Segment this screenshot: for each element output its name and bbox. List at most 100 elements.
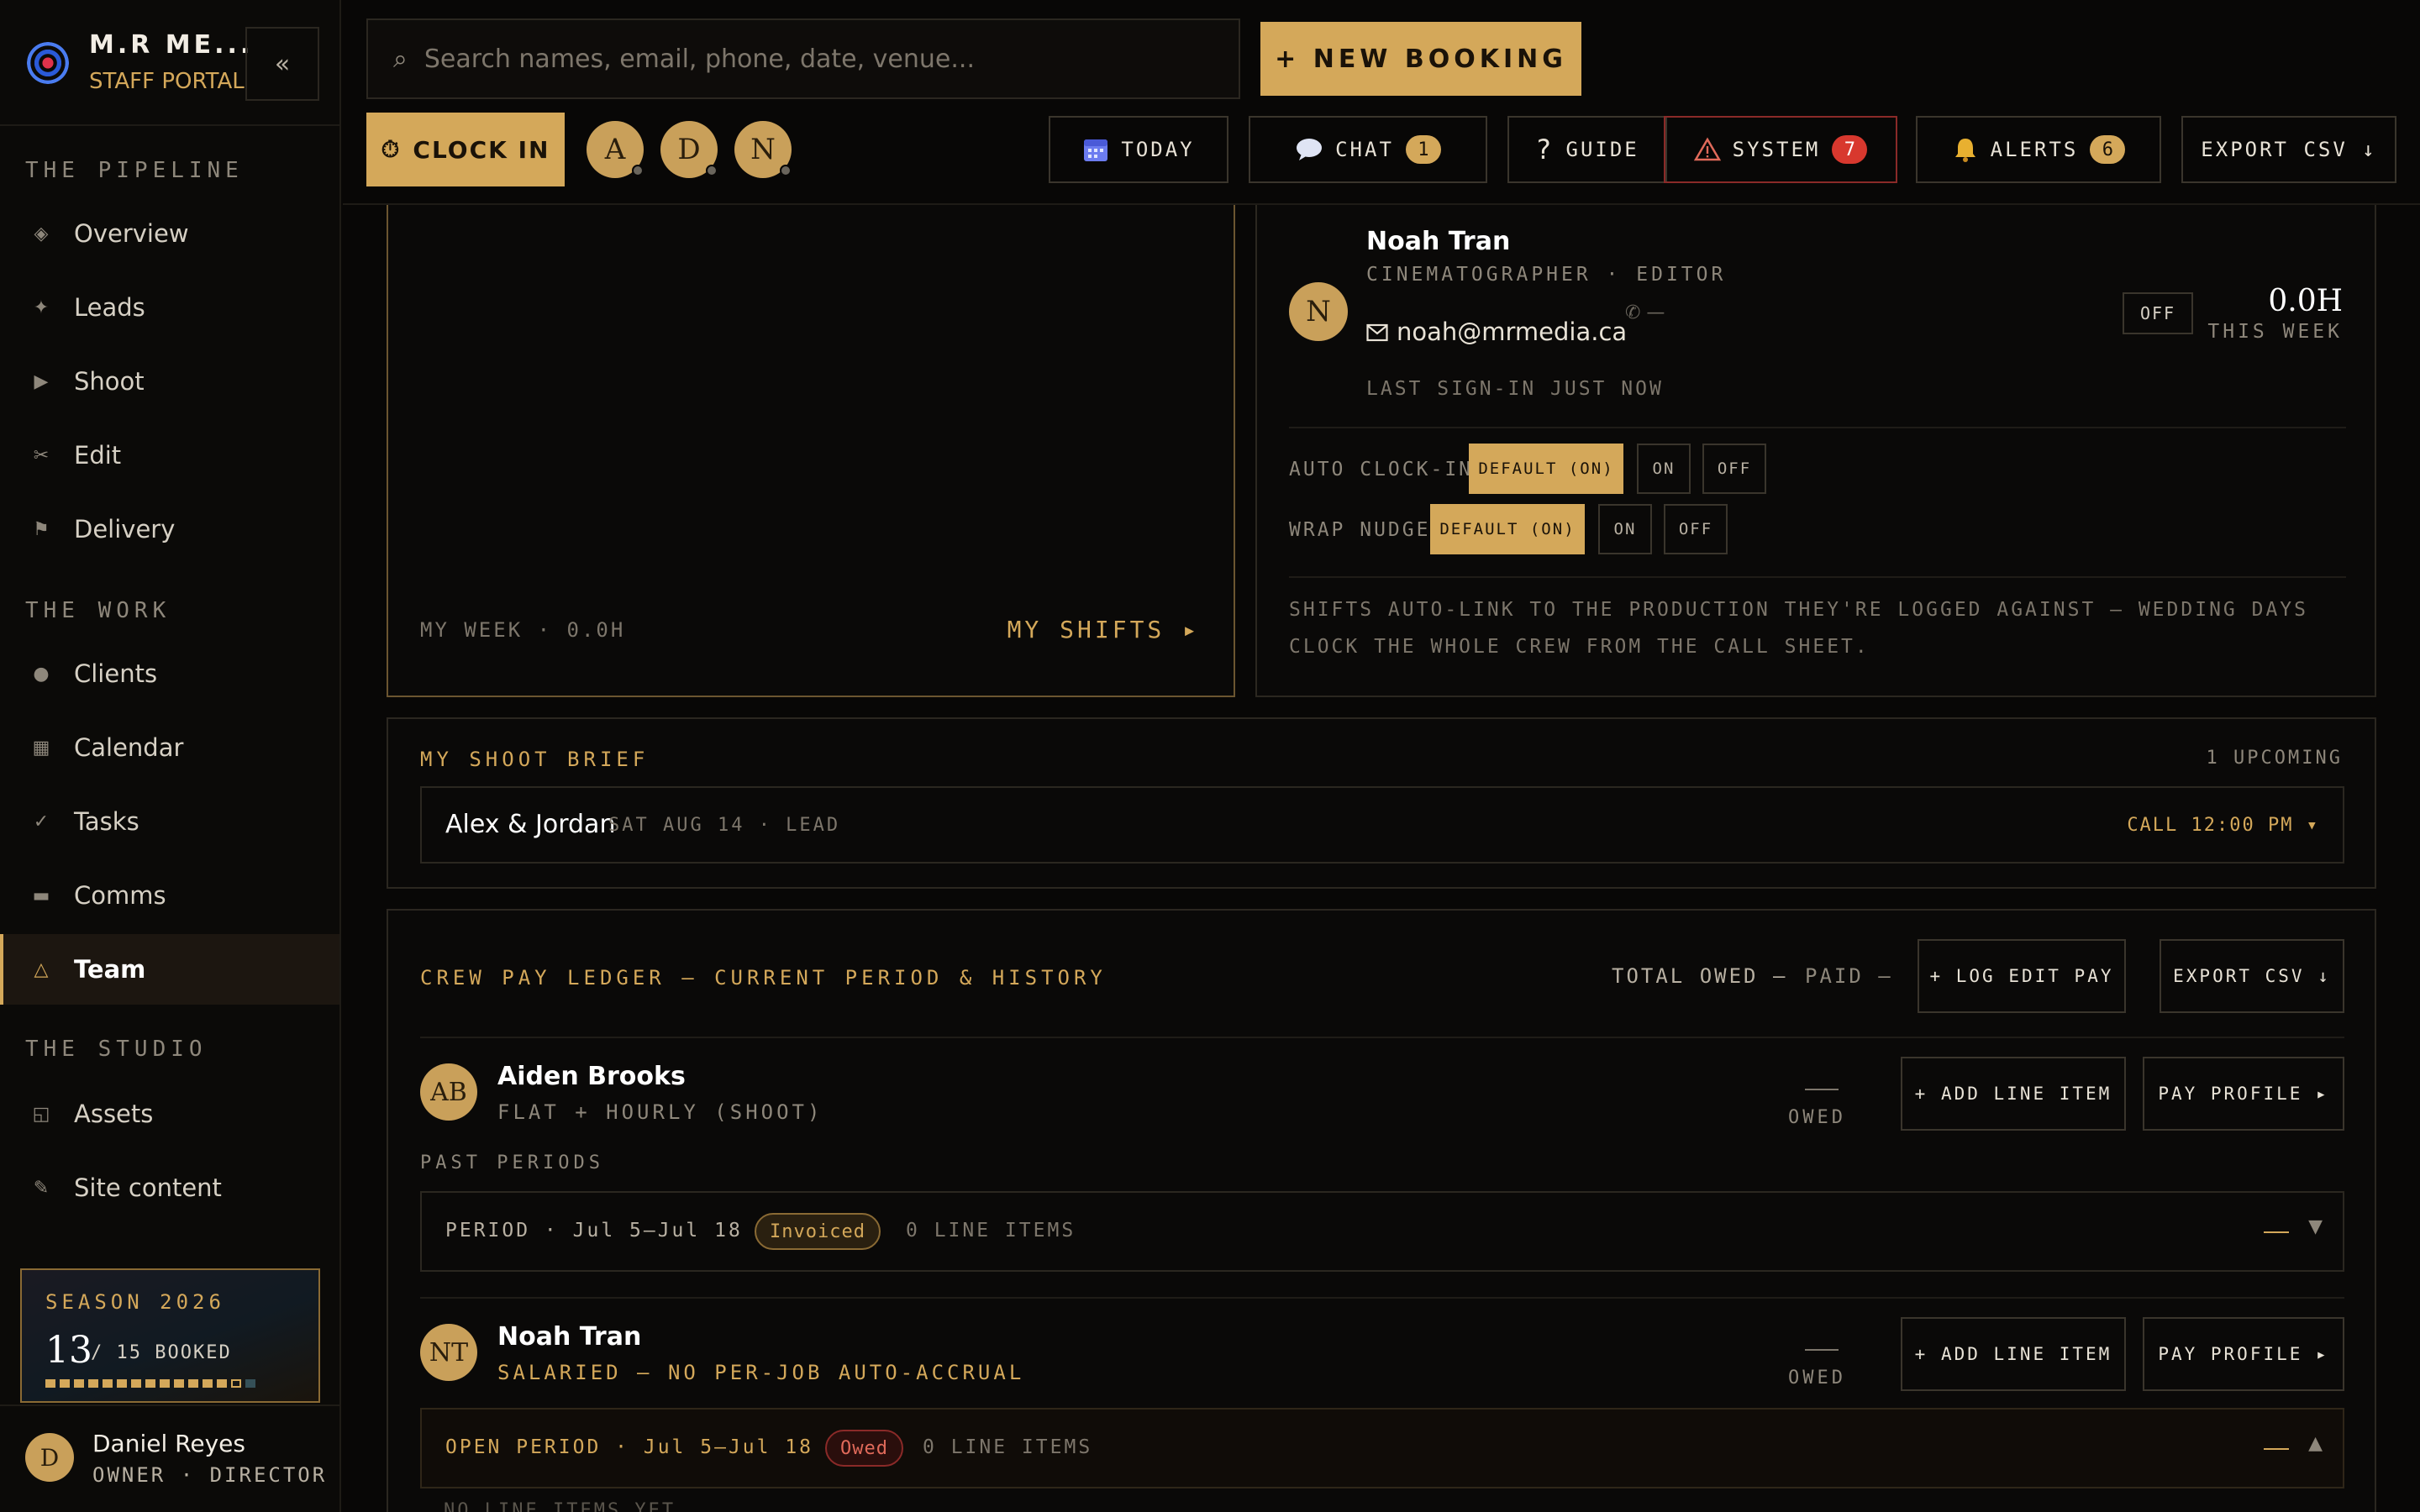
auto-clock-default-option[interactable]: DEFAULT (ON) bbox=[1469, 444, 1623, 494]
ledger-export-csv-button[interactable]: EXPORT CSV ↓ bbox=[2160, 939, 2344, 1013]
warning-icon bbox=[1693, 137, 1721, 161]
sidebar-item-leads[interactable]: ✦ Leads bbox=[0, 272, 339, 343]
pay-profile-button[interactable]: PAY PROFILE ▸ bbox=[2143, 1057, 2344, 1131]
season-card[interactable]: SEASON 2026 13 / 15 BOOKED bbox=[20, 1268, 320, 1403]
season-progress-segment bbox=[45, 1379, 55, 1388]
add-line-item-button[interactable]: + ADD LINE ITEM bbox=[1901, 1057, 2126, 1131]
season-progress-segment bbox=[103, 1379, 113, 1388]
clock-in-button[interactable]: ⏱ CLOCK IN bbox=[366, 113, 565, 186]
export-csv-button[interactable]: EXPORT CSV ↓ bbox=[2181, 116, 2396, 183]
auto-clock-label: AUTO CLOCK-IN bbox=[1289, 459, 1474, 480]
calendar-icon bbox=[1084, 139, 1108, 161]
call-time-toggle[interactable]: CALL 12:00 PM ▾ bbox=[2127, 815, 2319, 836]
sidebar-item-label: Delivery bbox=[74, 515, 176, 543]
search-box[interactable]: ⌕ bbox=[366, 18, 1240, 99]
season-progress-bar bbox=[45, 1379, 255, 1388]
my-week-panel: MY WEEK · 0.0H MY SHIFTS ▸ bbox=[387, 168, 1235, 697]
sidebar-divider bbox=[0, 124, 341, 126]
wrap-nudge-off-option[interactable]: OFF bbox=[1664, 504, 1728, 554]
total-paid: PAID — bbox=[1805, 964, 1893, 988]
period-row[interactable]: PERIOD · Jul 5–Jul 18 Invoiced 0 LINE IT… bbox=[420, 1191, 2344, 1272]
sidebar-item-comms[interactable]: ▬ Comms bbox=[0, 860, 339, 931]
season-progress-segment bbox=[117, 1379, 127, 1388]
log-edit-pay-button[interactable]: + LOG EDIT PAY bbox=[1918, 939, 2126, 1013]
divider bbox=[420, 1297, 2344, 1299]
weekly-hours: 0.0H bbox=[2268, 284, 2343, 318]
shoot-brief-panel: MY SHOOT BRIEF 1 UPCOMING Alex & Jordan … bbox=[387, 717, 2376, 889]
top-bar: ⌕ + NEW BOOKING ⏱ CLOCK IN A D N TODAY C… bbox=[343, 0, 2420, 205]
chat-button[interactable]: CHAT 1 bbox=[1249, 116, 1487, 183]
alerts-button[interactable]: ALERTS 6 bbox=[1916, 116, 2161, 183]
sidebar-item-label: Edit bbox=[74, 441, 122, 470]
scissors-icon: ✂ bbox=[33, 444, 50, 466]
my-shifts-link[interactable]: MY SHIFTS ▸ bbox=[1007, 616, 1200, 643]
sidebar-item-site-content[interactable]: ✎ Site content bbox=[0, 1152, 339, 1223]
season-progress-segment bbox=[160, 1379, 170, 1388]
search-input[interactable] bbox=[424, 44, 1181, 74]
owed-label: OWED bbox=[1788, 1107, 1846, 1128]
avatar: N bbox=[1289, 282, 1348, 341]
wrap-nudge-default-option[interactable]: DEFAULT (ON) bbox=[1430, 504, 1585, 554]
season-progress-segment bbox=[88, 1379, 98, 1388]
chevron-up-icon[interactable]: ▲ bbox=[2308, 1433, 2323, 1454]
divider bbox=[1289, 576, 2346, 578]
sidebar-item-label: Comms bbox=[74, 881, 166, 910]
presence-dot bbox=[632, 165, 644, 176]
assets-icon: ◱ bbox=[32, 1103, 50, 1125]
sidebar-item-edit[interactable]: ✂ Edit bbox=[0, 420, 339, 491]
guide-button[interactable]: ? GUIDE bbox=[1507, 116, 1667, 183]
presence-dot bbox=[706, 165, 718, 176]
avatar: NT bbox=[420, 1324, 477, 1381]
brief-meta: SAT AUG 14 · LEAD bbox=[608, 815, 841, 836]
flag-icon: ⚑ bbox=[33, 518, 50, 540]
auto-clock-on-option[interactable]: ON bbox=[1637, 444, 1691, 494]
sidebar-item-tasks[interactable]: ✓ Tasks bbox=[0, 786, 339, 857]
avatar[interactable]: D bbox=[25, 1433, 74, 1482]
season-progress-segment bbox=[188, 1379, 198, 1388]
sidebar-item-assets[interactable]: ◱ Assets bbox=[0, 1079, 339, 1149]
play-icon: ▶ bbox=[34, 370, 49, 392]
brief-title: MY SHOOT BRIEF bbox=[420, 748, 650, 771]
leads-icon: ✦ bbox=[33, 297, 50, 318]
system-button[interactable]: SYSTEM 7 bbox=[1664, 116, 1897, 183]
wrap-nudge-label: WRAP NUDGE bbox=[1289, 519, 1431, 541]
avatar: AB bbox=[420, 1063, 477, 1121]
period-amount bbox=[2264, 1448, 2289, 1450]
section-title-pipeline: THE PIPELINE bbox=[25, 158, 244, 183]
auto-clock-off-option[interactable]: OFF bbox=[1702, 444, 1766, 494]
member-pay-type: SALARIED — NO PER-JOB AUTO-ACCRUAL bbox=[497, 1361, 1025, 1384]
crew-avatar-d[interactable]: D bbox=[660, 121, 718, 178]
sidebar-item-clients[interactable]: ● Clients bbox=[0, 638, 339, 709]
brief-row[interactable]: Alex & Jordan SAT AUG 14 · LEAD CALL 12:… bbox=[420, 786, 2344, 864]
season-booked-count: 13 bbox=[45, 1329, 92, 1372]
profile-email[interactable]: noah@mrmedia.ca bbox=[1366, 318, 1627, 346]
season-progress-segment bbox=[231, 1379, 241, 1388]
total-owed: TOTAL OWED — bbox=[1612, 964, 1788, 988]
alerts-count-badge: 6 bbox=[2090, 135, 2126, 164]
presence-dot bbox=[780, 165, 792, 176]
stopwatch-icon: ⏱ bbox=[381, 135, 402, 163]
sidebar-item-shoot[interactable]: ▶ Shoot bbox=[0, 346, 339, 417]
divider bbox=[420, 1037, 2344, 1038]
sidebar-item-label: Leads bbox=[74, 293, 145, 322]
crew-avatar-a[interactable]: A bbox=[587, 121, 644, 178]
season-progress-segment bbox=[174, 1379, 184, 1388]
open-period-row[interactable]: OPEN PERIOD · Jul 5–Jul 18 Owed 0 LINE I… bbox=[420, 1408, 2344, 1488]
sidebar-item-calendar[interactable]: ▦ Calendar bbox=[0, 712, 339, 783]
crew-avatar-n[interactable]: N bbox=[734, 121, 792, 178]
add-line-item-button[interactable]: + ADD LINE ITEM bbox=[1901, 1317, 2126, 1391]
sidebar-item-label: Team bbox=[74, 955, 146, 984]
sidebar-item-label: Assets bbox=[74, 1100, 154, 1128]
today-button[interactable]: TODAY bbox=[1049, 116, 1228, 183]
triangle-icon: △ bbox=[34, 958, 49, 980]
wrap-nudge-on-option[interactable]: ON bbox=[1598, 504, 1652, 554]
chevron-down-icon[interactable]: ▼ bbox=[2308, 1216, 2323, 1237]
sidebar-item-overview[interactable]: ◈ Overview bbox=[0, 198, 339, 269]
weekly-hours-label: THIS WEEK bbox=[2207, 321, 2343, 343]
sidebar-item-team[interactable]: △ Team bbox=[0, 934, 339, 1005]
collapse-sidebar-button[interactable]: « bbox=[245, 27, 319, 101]
new-booking-button[interactable]: + NEW BOOKING bbox=[1260, 22, 1581, 96]
sidebar-item-delivery[interactable]: ⚑ Delivery bbox=[0, 494, 339, 564]
pay-profile-button[interactable]: PAY PROFILE ▸ bbox=[2143, 1317, 2344, 1391]
member-pay-type: FLAT + HOURLY (SHOOT) bbox=[497, 1100, 823, 1124]
